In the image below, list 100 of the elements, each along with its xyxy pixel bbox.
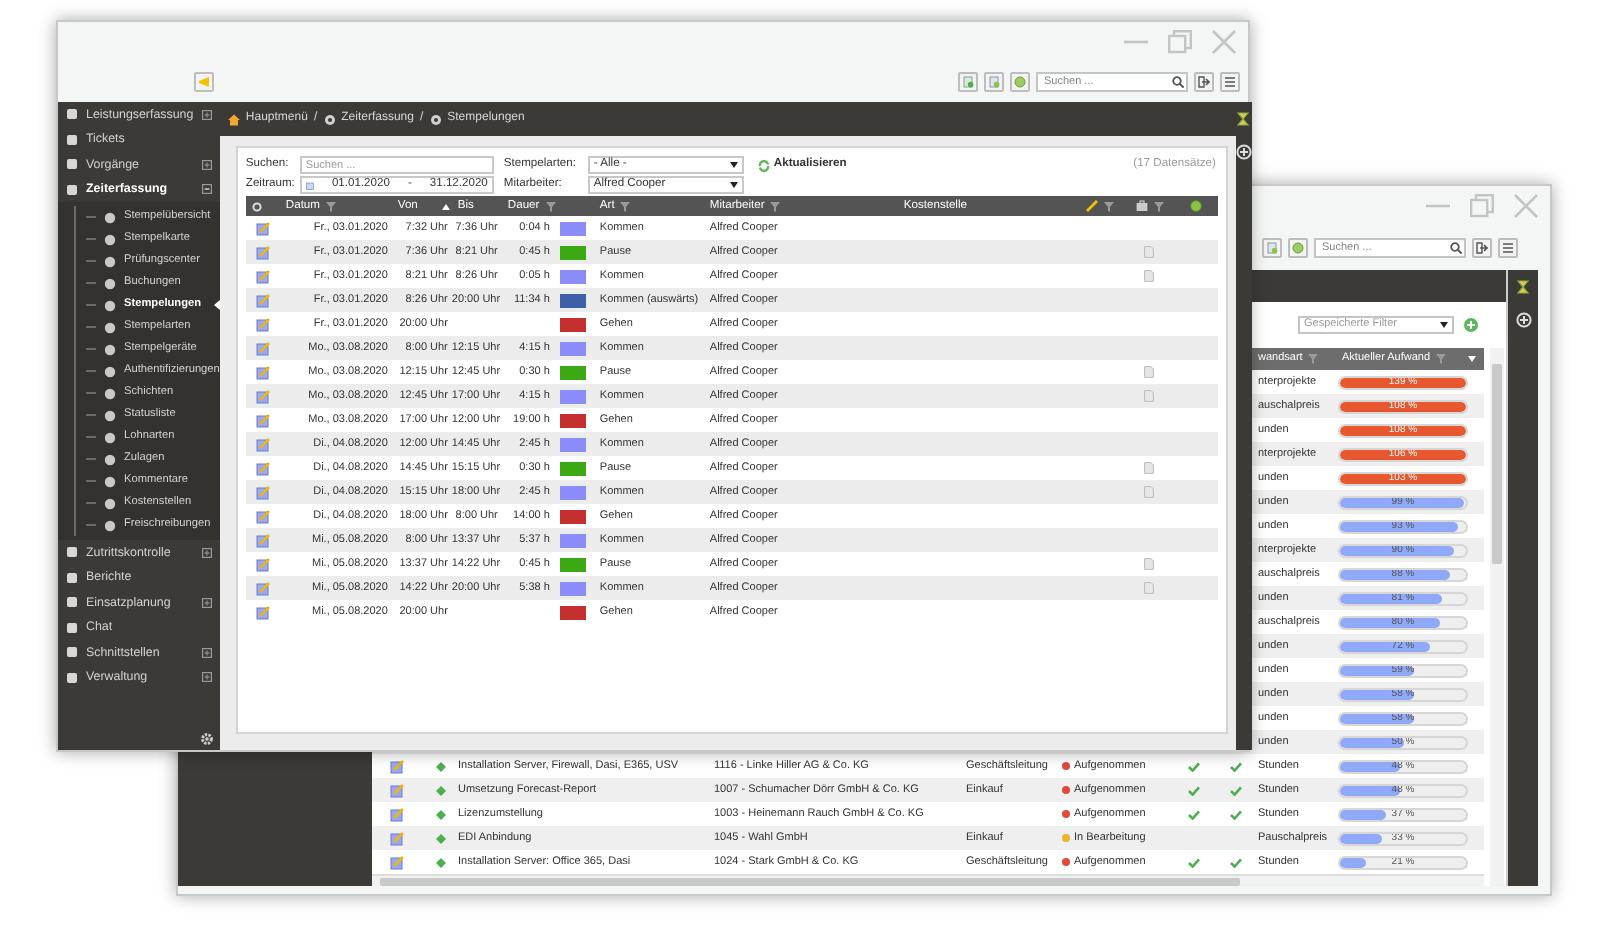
edit-icon[interactable] xyxy=(255,509,270,523)
edit-icon[interactable] xyxy=(390,807,404,821)
megaphone-icon xyxy=(198,76,210,88)
settings-icon[interactable] xyxy=(199,732,214,746)
vertical-scrollbar[interactable] xyxy=(1490,348,1504,886)
square-icon xyxy=(66,646,78,659)
plus-circle-icon[interactable] xyxy=(1515,312,1531,328)
diamond-icon xyxy=(435,785,445,795)
toolbar-button[interactable] xyxy=(1010,72,1030,92)
square-icon xyxy=(66,596,78,609)
toolbar-button[interactable] xyxy=(984,72,1004,92)
restore-icon[interactable] xyxy=(1470,194,1494,218)
circle-icon xyxy=(104,343,116,355)
filter-icon[interactable] xyxy=(1153,201,1164,211)
expand-icon[interactable] xyxy=(201,159,212,170)
edit-icon[interactable] xyxy=(255,245,270,259)
close-icon[interactable] xyxy=(1212,30,1236,54)
edit-icon[interactable] xyxy=(255,437,270,451)
toolbar-button[interactable] xyxy=(958,72,978,92)
sort-ascending-icon[interactable] xyxy=(441,203,450,209)
expand-icon[interactable] xyxy=(201,597,212,608)
edit-icon[interactable] xyxy=(255,389,270,403)
document-icon[interactable] xyxy=(1143,246,1154,258)
document-icon[interactable] xyxy=(1143,270,1154,282)
edit-icon[interactable] xyxy=(255,605,270,619)
caret-icon xyxy=(729,182,738,188)
expand-icon[interactable] xyxy=(201,647,212,658)
search-icon[interactable] xyxy=(1172,76,1184,88)
edit-icon[interactable] xyxy=(255,413,270,427)
edit-icon[interactable] xyxy=(255,461,270,475)
gear-icon xyxy=(429,113,442,125)
square-icon xyxy=(66,671,78,684)
edit-icon[interactable] xyxy=(255,341,270,355)
circle-icon xyxy=(104,475,116,487)
circle-icon xyxy=(104,387,116,399)
gear-icon xyxy=(323,113,336,125)
circle-icon xyxy=(104,233,116,245)
sort-descending-icon[interactable] xyxy=(1468,356,1476,362)
edit-icon[interactable] xyxy=(390,783,404,797)
edit-icon[interactable] xyxy=(255,533,270,547)
edit-icon[interactable] xyxy=(255,221,270,235)
filter-icon[interactable] xyxy=(325,201,336,211)
expand-icon[interactable] xyxy=(201,109,212,120)
edit-icon[interactable] xyxy=(255,485,270,499)
menu-icon xyxy=(1224,76,1236,88)
edit-icon[interactable] xyxy=(255,293,270,307)
add-icon[interactable] xyxy=(1464,318,1478,332)
edit-icon[interactable] xyxy=(390,759,404,773)
collapse-icon[interactable] xyxy=(201,184,212,195)
document-icon[interactable] xyxy=(1143,366,1154,378)
filter-icon[interactable] xyxy=(620,201,631,211)
logout-button[interactable] xyxy=(1194,72,1214,92)
circle-icon xyxy=(104,409,116,421)
edit-icon[interactable] xyxy=(390,855,404,869)
page-icon xyxy=(962,76,974,88)
close-icon[interactable] xyxy=(1514,194,1538,218)
restore-icon[interactable] xyxy=(1168,30,1192,54)
hourglass-icon[interactable] xyxy=(1236,112,1251,126)
circle-icon xyxy=(104,299,116,311)
edit-icon[interactable] xyxy=(255,365,270,379)
toolbar-button[interactable] xyxy=(1288,238,1308,258)
document-icon[interactable] xyxy=(1143,390,1154,402)
globe-icon[interactable] xyxy=(1189,200,1202,212)
square-icon xyxy=(66,133,78,146)
filter-icon[interactable] xyxy=(1103,201,1114,211)
edit-icon[interactable] xyxy=(255,557,270,571)
edit-icon[interactable] xyxy=(255,269,270,283)
edit-icon[interactable] xyxy=(390,831,404,845)
briefcase-icon[interactable] xyxy=(1135,200,1148,212)
logout-icon xyxy=(1476,242,1488,254)
filter-icon[interactable] xyxy=(770,201,781,211)
pencil-icon[interactable] xyxy=(1085,200,1098,212)
page-icon xyxy=(988,76,1000,88)
plus-circle-icon[interactable] xyxy=(1235,144,1252,160)
expand-icon[interactable] xyxy=(201,547,212,558)
filter-icon[interactable] xyxy=(1308,354,1319,364)
search-icon[interactable] xyxy=(1450,242,1462,254)
settings-icon[interactable] xyxy=(251,201,262,211)
toolbar-button[interactable] xyxy=(1262,238,1282,258)
document-icon[interactable] xyxy=(1143,582,1154,594)
horizontal-scrollbar[interactable] xyxy=(372,874,1484,886)
circle-icon xyxy=(104,277,116,289)
expand-icon[interactable] xyxy=(201,672,212,683)
document-icon[interactable] xyxy=(1143,486,1154,498)
calendar-icon xyxy=(305,179,314,191)
edit-icon[interactable] xyxy=(255,581,270,595)
filter-icon[interactable] xyxy=(1436,354,1447,364)
menu-button[interactable] xyxy=(1220,72,1240,92)
filter-icon[interactable] xyxy=(545,201,556,211)
square-icon xyxy=(66,571,78,584)
circle-icon xyxy=(104,321,116,333)
edit-icon[interactable] xyxy=(255,317,270,331)
hourglass-icon[interactable] xyxy=(1516,280,1530,294)
square-icon xyxy=(66,546,78,559)
circle-icon xyxy=(104,431,116,443)
notification-button[interactable] xyxy=(194,72,214,92)
document-icon[interactable] xyxy=(1143,558,1154,570)
menu-button[interactable] xyxy=(1498,238,1518,258)
logout-button[interactable] xyxy=(1472,238,1492,258)
document-icon[interactable] xyxy=(1143,462,1154,474)
